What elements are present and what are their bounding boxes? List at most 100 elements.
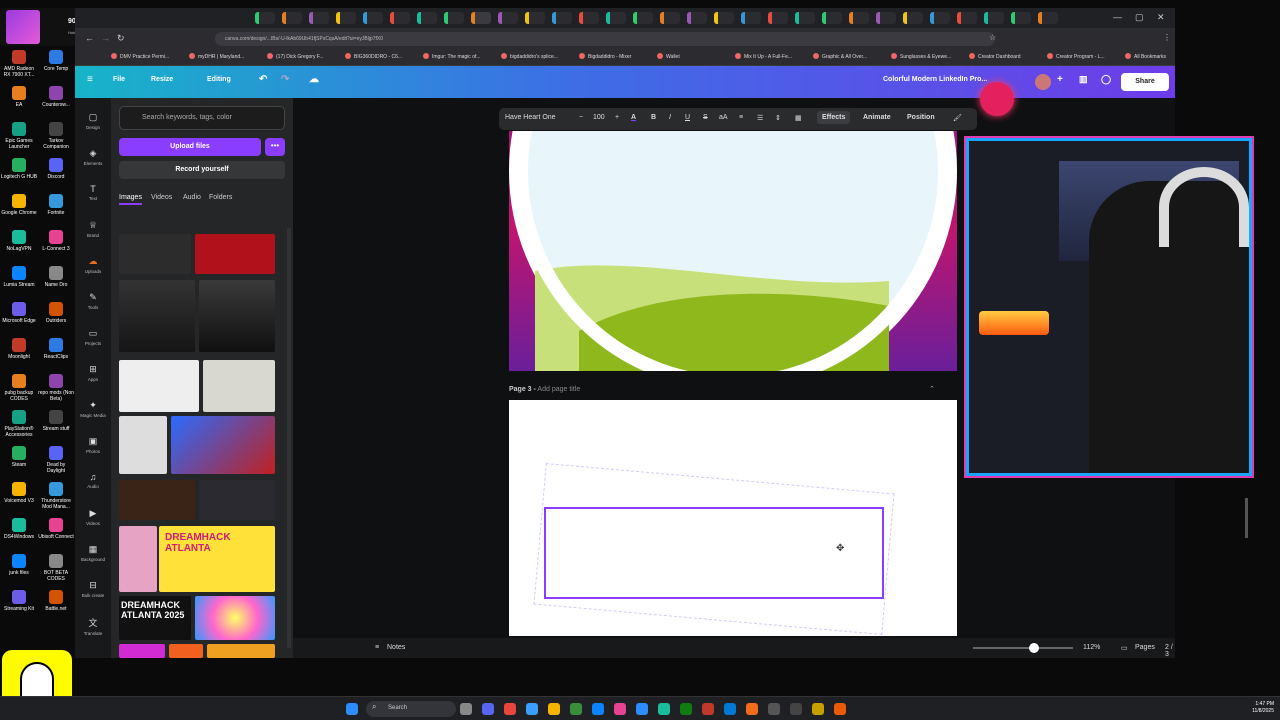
browser-tab[interactable] <box>714 12 734 24</box>
taskbar-app-icon[interactable] <box>636 703 648 715</box>
bookmark-star-icon[interactable]: ☆ <box>989 33 996 42</box>
desktop-icon[interactable]: repo mods (Non Beta) <box>37 374 75 402</box>
add-collaborator-icon[interactable]: + <box>1057 74 1063 85</box>
page-title-input[interactable]: Add page title <box>537 386 580 393</box>
undo-icon[interactable]: ↶ <box>259 74 267 85</box>
upload-thumb-cod[interactable] <box>119 234 191 274</box>
desktop-icon[interactable]: Epic Games Launcher <box>0 122 38 150</box>
taskbar-app-icon[interactable] <box>482 703 494 715</box>
browser-tab[interactable] <box>1011 12 1031 24</box>
desktop-icon[interactable]: DS4Windows <box>0 518 38 540</box>
browser-tab[interactable] <box>417 12 437 24</box>
desktop-icon[interactable]: Tarkov Companion <box>37 122 75 150</box>
browser-tab[interactable] <box>741 12 761 24</box>
transparency-icon[interactable]: ▦ <box>795 114 802 122</box>
browser-tab[interactable] <box>1038 12 1058 24</box>
upload-thumb-bottom-3[interactable] <box>207 644 275 658</box>
rail-item-translate[interactable]: 文 Translate <box>75 616 111 636</box>
browser-tab[interactable] <box>957 12 977 24</box>
bookmark-item[interactable]: BIG360DIDRO - C6... <box>345 53 402 60</box>
desktop-icon[interactable]: L-Connect 3 <box>37 230 75 252</box>
file-menu[interactable]: File <box>113 76 125 83</box>
record-yourself-button[interactable]: Record yourself <box>119 161 285 179</box>
upload-thumb-dreamhack-2025[interactable]: DREAMHACK ATLANTA 2025 <box>119 596 191 640</box>
design-title[interactable]: Colorful Modern LinkedIn Pro... <box>883 76 987 83</box>
effects-button[interactable]: Effects <box>817 111 851 124</box>
desktop-icon[interactable]: Steam <box>0 446 38 468</box>
zoom-slider[interactable] <box>973 643 1073 653</box>
browser-tab[interactable] <box>930 12 950 24</box>
taskbar-app-icon[interactable] <box>548 703 560 715</box>
desktop-icon[interactable]: PlayStation® Accessories <box>0 410 38 438</box>
align-icon[interactable]: ≡ <box>739 114 743 121</box>
browser-tab[interactable] <box>390 12 410 24</box>
minimize-icon[interactable]: — <box>1113 12 1122 22</box>
desktop-icon[interactable]: Dead by Daylight <box>37 446 75 474</box>
bookmark-item[interactable]: myDHR | Maryland... <box>189 53 244 60</box>
font-size-increase[interactable]: + <box>615 114 619 121</box>
bookmark-item[interactable]: DMV Practice Permi... <box>111 53 169 60</box>
animate-button[interactable]: Animate <box>863 114 891 121</box>
desktop-icon[interactable]: Voicemod V3 <box>0 482 38 504</box>
desktop-icon[interactable]: ReactClips <box>37 338 75 360</box>
taskbar-app-icon[interactable] <box>702 703 714 715</box>
tab-images[interactable]: Images <box>119 194 142 205</box>
resize-button[interactable]: Resize <box>151 76 173 83</box>
desktop-icon[interactable]: Outriders <box>37 302 75 324</box>
rail-item-elements[interactable]: ◈ Elements <box>75 148 111 166</box>
browser-tab[interactable] <box>336 12 356 24</box>
upload-thumb-red-logo[interactable] <box>195 234 275 274</box>
bold-icon[interactable]: B <box>651 114 656 121</box>
browser-tab[interactable] <box>822 12 842 24</box>
browser-tab[interactable] <box>984 12 1004 24</box>
taskbar-app-icon[interactable] <box>746 703 758 715</box>
start-icon[interactable] <box>346 703 358 715</box>
text-color-icon[interactable]: A <box>631 114 636 121</box>
desktop-icon[interactable]: NoLagVPN <box>0 230 38 252</box>
taskbar-app-icon[interactable] <box>460 703 472 715</box>
page-2-canvas[interactable] <box>509 131 957 371</box>
pages-button[interactable]: Pages <box>1135 644 1155 651</box>
desktop-icon[interactable]: Lumia Stream <box>0 266 38 288</box>
zoom-slider-thumb[interactable] <box>1029 643 1039 653</box>
rail-item-magic-media[interactable]: ✦ Magic Media <box>75 400 111 418</box>
browser-tab[interactable] <box>849 12 869 24</box>
desktop-icon[interactable]: Battle.net <box>37 590 75 612</box>
bookmark-item[interactable]: (17) Dick Gregory F... <box>267 53 324 60</box>
upload-thumb-grim[interactable] <box>119 416 167 474</box>
bookmark-item[interactable]: Graphic & All Over... <box>813 53 867 60</box>
notes-icon[interactable]: ≡ <box>375 644 379 651</box>
redo-icon[interactable]: ↷ <box>281 74 289 85</box>
italic-icon[interactable]: I <box>669 114 671 121</box>
forward-icon[interactable]: → <box>101 33 110 43</box>
upload-thumb-dark-1[interactable] <box>119 480 195 520</box>
share-button[interactable]: Share <box>1121 73 1169 91</box>
upload-more-button[interactable]: ••• <box>265 138 285 156</box>
desktop-icon[interactable]: Countersw... <box>37 86 75 108</box>
taskbar-app-icon[interactable] <box>812 703 824 715</box>
desktop-icon[interactable]: Thunderstore Mod Mana... <box>37 482 75 510</box>
bookmark-item[interactable]: Sunglasses & Eyewe... <box>891 53 951 60</box>
browser-tab[interactable] <box>903 12 923 24</box>
circle-landscape-graphic[interactable] <box>509 131 957 371</box>
all-bookmarks[interactable]: All Bookmarks <box>1125 53 1166 60</box>
browser-tab[interactable] <box>633 12 653 24</box>
browser-tab[interactable] <box>282 12 302 24</box>
rail-item-design[interactable]: ▢ Design <box>75 112 111 130</box>
rail-item-bulk-create[interactable]: ⊟ Bulk create <box>75 580 111 598</box>
rail-item-brand[interactable]: ♕ Brand <box>75 220 111 238</box>
upload-thumb-colorwheel[interactable] <box>195 596 275 640</box>
browser-tab[interactable] <box>525 12 545 24</box>
upload-thumb-skeleton[interactable] <box>119 360 199 412</box>
rail-item-projects[interactable]: ▭ Projects <box>75 328 111 346</box>
notes-button[interactable]: Notes <box>387 644 405 651</box>
browser-tab[interactable] <box>768 12 788 24</box>
comments-icon[interactable]: ◯ <box>1101 74 1111 85</box>
analytics-icon[interactable]: ▥ <box>1079 74 1088 85</box>
position-button[interactable]: Position <box>907 114 935 121</box>
desktop-icon[interactable]: Logitech G HUB <box>0 158 38 180</box>
bookmark-item[interactable]: Creator Dashboard <box>969 53 1021 60</box>
copy-style-icon[interactable]: 🖌 <box>953 114 962 122</box>
desktop-icon[interactable]: Core Temp <box>37 50 75 72</box>
taskbar-app-icon[interactable] <box>834 703 846 715</box>
